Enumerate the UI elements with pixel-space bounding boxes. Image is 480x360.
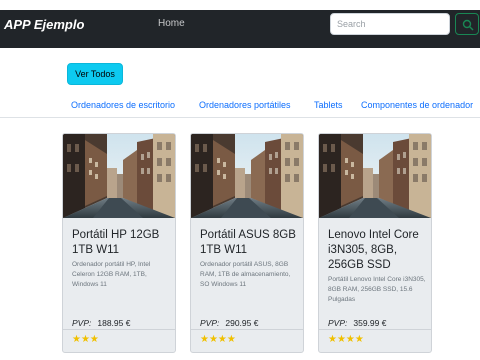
search-icon — [462, 19, 474, 31]
tab-ordenadores-portatiles[interactable]: Ordenadores portátiles — [199, 100, 291, 110]
bottom-margin — [0, 354, 480, 360]
product-title: Lenovo Intel Core i3N305, 8GB, 256GB SSD — [328, 229, 419, 271]
nav-link-home[interactable]: Home — [158, 18, 185, 29]
product-image — [319, 134, 431, 218]
tab-componentes-ordenador[interactable]: Componentes de ordenador — [361, 100, 473, 110]
product-price: PVP: 290.95 € — [200, 318, 258, 328]
top-margin — [0, 0, 480, 10]
card-divider — [319, 329, 431, 330]
price-label: PVP: — [72, 318, 92, 328]
product-card[interactable]: Portátil ASUS 8GB 1TB W11 Ordenador port… — [190, 133, 304, 353]
product-image — [191, 134, 303, 218]
product-title: Portátil HP 12GB 1TB W11 — [72, 229, 160, 256]
product-price: PVP: 188.95 € — [72, 318, 130, 328]
product-description: Portátil Lenovo Intel Core i3N305, 8GB R… — [328, 276, 426, 303]
product-description: Ordenador portátil HP, Intel Celeron 12G… — [72, 261, 151, 288]
ver-todos-button[interactable]: Ver Todos — [67, 63, 123, 85]
price-value: 359.99 € — [353, 318, 387, 328]
search-button[interactable] — [455, 13, 479, 35]
price-value: 188.95 € — [97, 318, 131, 328]
category-tabs: Ordenadores de escritorio Ordenadores po… — [0, 96, 480, 118]
product-card[interactable]: Lenovo Intel Core i3N305, 8GB, 256GB SSD… — [318, 133, 432, 353]
product-title: Portátil ASUS 8GB 1TB W11 — [200, 229, 296, 256]
brand-logo[interactable]: APP Ejemplo — [4, 17, 84, 32]
rating-stars: ★★★★ — [328, 334, 364, 345]
price-label: PVP: — [200, 318, 220, 328]
search-input[interactable] — [330, 13, 450, 35]
product-description: Ordenador portátil ASUS, 8GB RAM, 1TB de… — [200, 261, 291, 288]
tab-tablets[interactable]: Tablets — [314, 100, 343, 110]
card-divider — [191, 329, 303, 330]
product-price: PVP: 359.99 € — [328, 318, 386, 328]
tab-ordenadores-escritorio[interactable]: Ordenadores de escritorio — [71, 100, 175, 110]
product-card[interactable]: Portátil HP 12GB 1TB W11 Ordenador portá… — [62, 133, 176, 353]
card-divider — [63, 329, 175, 330]
rating-stars: ★★★★ — [200, 334, 236, 345]
rating-stars: ★★★ — [72, 334, 99, 345]
navbar: APP Ejemplo Home — [0, 10, 480, 48]
product-image — [63, 134, 175, 218]
price-label: PVP: — [328, 318, 348, 328]
price-value: 290.95 € — [225, 318, 259, 328]
